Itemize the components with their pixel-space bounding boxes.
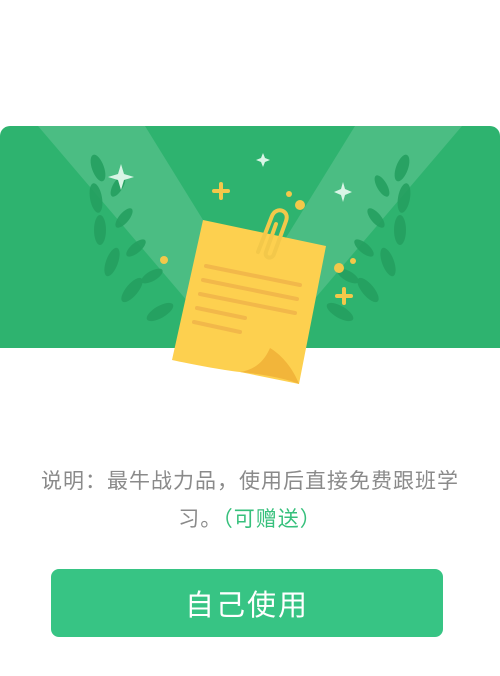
use-self-button[interactable]: 自己使用 <box>51 569 443 637</box>
gift-note[interactable]: （可赠送） <box>222 507 322 531</box>
gift-card-page: 说明：最牛战力品，使用后直接免费跟班学习。（可赠送） 自己使用 <box>0 0 500 676</box>
banner-graphic <box>0 126 500 384</box>
description: 说明：最牛战力品，使用后直接免费跟班学习。（可赠送） <box>40 462 460 538</box>
banner-illustration <box>0 126 500 396</box>
